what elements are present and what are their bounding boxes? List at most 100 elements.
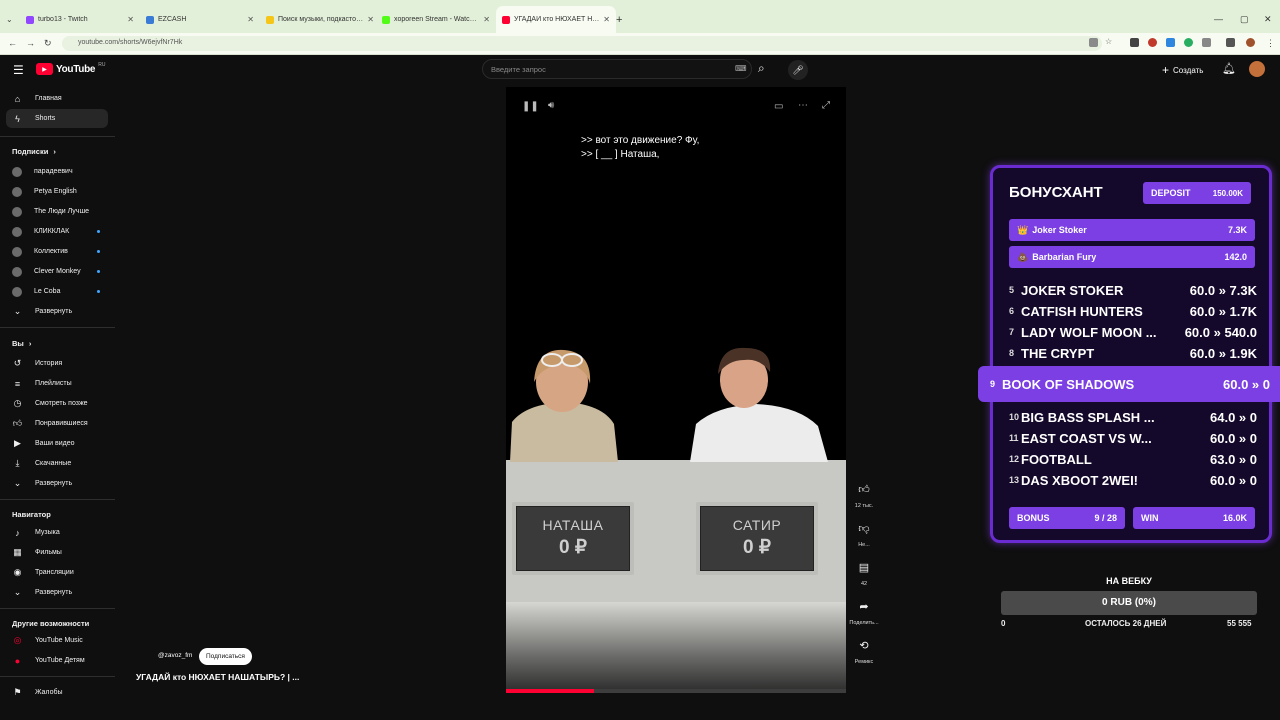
browser-tab[interactable]: Поиск музыки, подкастов и аудиокн... ✕ [260,6,380,33]
sidebar-item[interactable]: ≡ Плейлисты [6,374,108,393]
extension-icon-5[interactable] [1202,38,1211,47]
sidebar-item[interactable]: ♪ Музыка [6,523,108,542]
volume-icon[interactable]: 🔊︎ [548,100,554,111]
podium-natasha: НАТАША 0 ₽ [512,502,634,575]
account-avatar[interactable] [1249,61,1265,77]
sidebar-item[interactable]: ◎ YouTube Music [6,631,108,650]
minimize-icon[interactable]: — [1214,14,1223,24]
tab-close-icon[interactable]: ✕ [603,15,610,24]
bookmark-star-icon[interactable]: ☆ [1105,37,1114,46]
like-button[interactable]: 👍︎ 12 тыс. [848,477,880,510]
tab-close-icon[interactable]: ✕ [367,15,374,24]
tab-close-icon[interactable]: ✕ [247,15,254,24]
back-icon[interactable]: ← [8,38,17,48]
youtube-logo[interactable]: ▶ YouTube RU [36,62,105,75]
extension-icon-2[interactable] [1148,38,1157,47]
sidebar-item[interactable]: КЛИККЛАК [6,222,108,241]
voice-search-icon[interactable]: 🎤︎ [788,60,808,80]
create-label: Создать [1173,65,1204,75]
sidebar-item[interactable]: The Люди Лучше [6,202,108,221]
video-progress-bar[interactable] [506,689,846,693]
playlist-icon: ≡ [14,378,21,389]
close-window-icon[interactable]: ✕ [1264,14,1272,25]
notifications-icon[interactable]: 🔔︎ [1222,62,1236,75]
sidebar-item[interactable]: парадеевич [6,162,108,181]
more-options-icon[interactable]: ⋯ [798,100,808,111]
webcam-goal-remaining: ОСТАЛОСЬ 26 ДНЕЙ [1085,619,1167,628]
subscriptions-heading[interactable]: Подписки › [12,147,56,156]
bonus-row-val: 63.0 » 0 [1210,451,1257,467]
sidebar-item[interactable]: Коллектив [6,242,108,261]
yt-kids-icon: ● [14,655,21,666]
search-icon[interactable]: ⌕ [758,61,765,76]
tab-favicon-icon [502,15,510,24]
history-icon: ↺ [13,358,22,368]
keyboard-icon[interactable]: ⌨ [735,64,747,73]
channel-avatar [12,286,22,297]
tab-close-icon[interactable]: ✕ [483,15,490,24]
browser-tab[interactable]: УГАДАЙ кто НЮХАЕТ НАШ... ✕ [496,6,616,33]
sidebar-item[interactable]: ⌂ Главная [6,89,108,108]
browser-tab[interactable]: xoporeen Stream - Watch Live on Kick✕ [376,6,496,33]
you-heading[interactable]: Вы › [12,339,31,348]
your-videos-icon: ▶ [14,438,21,448]
dislike-button[interactable]: 👎︎ Не... [848,516,880,549]
sidebar-item[interactable]: ϟ Shorts [6,109,108,128]
browser-tab[interactable]: EZCASH ✕ [140,6,260,33]
sidebar-item[interactable]: Clever Monkey [6,262,108,281]
new-tab-button[interactable]: + [616,14,622,26]
sidebar-item[interactable]: ⌄ Развернуть [6,302,108,321]
sidebar-item[interactable]: ● YouTube Детям [6,651,108,670]
address-bar[interactable]: youtube.com/shorts/W6ejvfNr7Hk [62,36,1102,51]
reload-icon[interactable]: ↻ [44,38,52,49]
sidebar-item[interactable]: ◷ Смотреть позже [6,394,108,413]
comments-button[interactable]: ▤ 42 [848,555,880,588]
search-input[interactable]: Введите запрос ⌨ [482,59,752,79]
extension-icon-1[interactable] [1130,38,1139,47]
more-from-youtube-heading-label: Другие возможности [12,619,90,628]
short-video-player[interactable]: НАТАША 0 ₽ САТИР 0 ₽ >> вот это движение… [506,87,846,693]
captions-icon[interactable]: ▭ [774,101,783,112]
sidebar-item[interactable]: ▦ Фильмы [6,543,108,562]
bonus-row: 12 FOOTBALL 63.0 » 0 [1009,449,1257,469]
short-title[interactable]: УГАДАЙ кто НЮХАЕТ НАШАТЫРЬ? | ... [136,672,299,682]
extension-icon-4[interactable] [1184,38,1193,47]
share-button[interactable]: ➦ Поделить... [848,594,880,627]
extension-icon-3[interactable] [1166,38,1175,47]
report-history-item[interactable]: ⚑ Жалобы [6,683,108,702]
sidebar-item[interactable]: ↺ История [6,354,108,373]
install-icon[interactable] [1089,38,1098,47]
chevron-right-icon: › [26,339,32,348]
sidebar-item[interactable]: Petya English [6,182,108,201]
tab-close-icon[interactable]: ✕ [127,15,134,24]
sidebar-toggle-icon[interactable] [1226,38,1235,47]
profile-avatar[interactable] [1246,38,1255,47]
sidebar-item[interactable]: ▶ Ваши видео [6,434,108,453]
bonus-count-label: BONUS [1017,513,1050,523]
channel-avatar [12,206,22,217]
forward-icon[interactable]: → [26,38,35,48]
pause-icon[interactable]: ❚❚ [522,101,539,112]
sidebar-item[interactable]: 👍︎ Понравившиеся [6,414,108,433]
webcam-goal-max: 55 555 [1227,619,1252,628]
sidebar-item[interactable]: Le Coba [6,282,108,301]
fullscreen-icon[interactable]: ⤢ [822,100,830,111]
maximize-icon[interactable]: ▢ [1240,14,1249,25]
remix-button[interactable]: ⟲ Ремикс [848,633,880,666]
webcam-goal-min: 0 [1001,619,1006,628]
create-button[interactable]: + Создать [1162,63,1203,77]
sidebar-item[interactable]: ◉ Трансляции [6,563,108,582]
sidebar-item[interactable]: ⤓ Скачанные [6,454,108,473]
sidebar-item[interactable]: ⌄ Развернуть [6,583,108,602]
caption-line-2: >> [ __ ] Наташа, [581,149,660,160]
sidebar-divider [0,608,115,609]
hamburger-menu-icon[interactable]: ☰ [13,63,24,77]
channel-handle[interactable]: @zavoz_fm [158,652,192,659]
podium-money: 0 ₽ [743,537,771,558]
sidebar-item[interactable]: ⌄ Развернуть [6,474,108,493]
subscribe-button[interactable]: Подписаться [199,648,252,665]
deposit-value: 150.00K [1212,188,1243,198]
tab-search-icon[interactable]: ⌄ [6,15,13,24]
browser-tab[interactable]: turbo13 - Twitch ✕ [20,6,140,33]
menu-dots-icon[interactable]: ⋮ [1266,38,1275,49]
